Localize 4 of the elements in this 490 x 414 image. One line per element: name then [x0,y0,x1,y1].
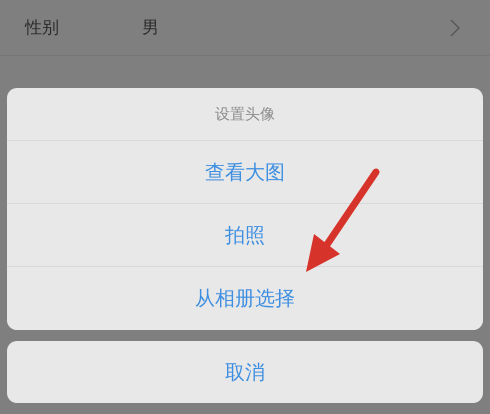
chevron-icon [450,18,460,36]
cancel-button[interactable]: 取消 [7,341,483,403]
field-value: 男 [142,17,160,39]
field-label: 性别 [25,17,60,39]
